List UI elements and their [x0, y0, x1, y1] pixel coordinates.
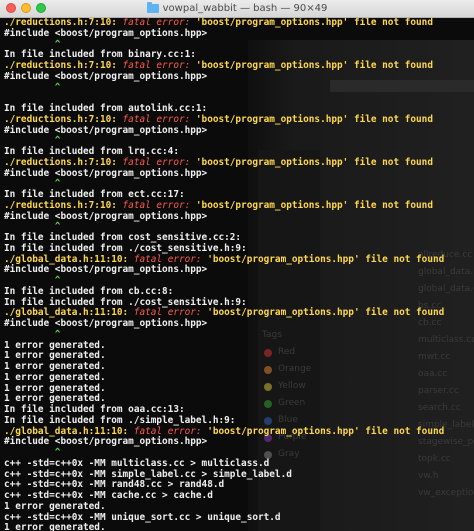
- minimize-button[interactable]: [21, 3, 31, 13]
- folder-icon: [146, 2, 159, 13]
- error-label: fatal error:: [122, 156, 196, 168]
- line-text: 'boost/program_options.hpp' file not fou…: [195, 60, 433, 71]
- line-text: 1 error generated.: [4, 361, 106, 372]
- line-text: 'boost/program_options.hpp' file not fou…: [207, 425, 445, 437]
- line-text: 1 error generated.: [4, 382, 106, 394]
- line-text: 'boost/program_options.hpp' file not fou…: [195, 199, 433, 211]
- terminal-line: 1 error generated.: [4, 522, 474, 531]
- line-text: In file included from lrq.cc:4:: [4, 146, 179, 157]
- terminal-line: #include <boost/program_options.hpp>: [4, 124, 474, 137]
- line-text: In file included from oaa.cc:13:: [4, 404, 185, 415]
- line-text: In file included from ./simple_label.h:9…: [4, 414, 236, 426]
- error-label: fatal error:: [133, 425, 208, 437]
- line-text: #include <boost/program_options.hpp>: [4, 124, 208, 136]
- line-text: 1 error generated.: [4, 371, 106, 383]
- line-text: #include <boost/program_options.hpp>: [4, 210, 208, 222]
- line-text: ./global_data.h:11:10:: [4, 307, 134, 319]
- error-label: fatal error:: [133, 307, 208, 319]
- error-label: fatal error:: [122, 113, 196, 125]
- line-text: c++ -std=c++0x -MM cache.cc > cache.d: [4, 490, 213, 501]
- line-text: #include <boost/program_options.hpp>: [4, 318, 208, 329]
- line-text: In file included from autolink.cc:1:: [4, 103, 208, 114]
- line-text: In file included from ./cost_sensitive.h…: [4, 242, 247, 254]
- line-text: 1 error generated.: [4, 522, 106, 531]
- caret-marker: ^: [4, 178, 61, 190]
- close-button[interactable]: [6, 3, 16, 13]
- zoom-button[interactable]: [36, 3, 46, 13]
- line-text: 'boost/program_options.hpp' file not fou…: [207, 253, 445, 265]
- line-text: ./reductions.h:7:10:: [4, 199, 123, 211]
- title-bar[interactable]: vowpal_wabbit — bash — 90×49: [0, 0, 474, 18]
- line-text: #include <boost/program_options.hpp>: [4, 70, 208, 82]
- caret-marker: ^: [4, 275, 61, 286]
- line-text: c++ -std=c++0x -MM simple_label.cc > sim…: [4, 468, 292, 480]
- line-text: c++ -std=c++0x -MM rand48.cc > rand48.d: [4, 479, 225, 491]
- error-label: fatal error:: [122, 60, 196, 71]
- error-label: fatal error:: [133, 253, 208, 265]
- line-text: In file included from cb.cc:8:: [4, 285, 174, 297]
- terminal-line: #include <boost/program_options.hpp>: [4, 167, 474, 180]
- line-text: 1 error generated.: [4, 339, 106, 351]
- line-text: In file included from binary.cc:1:: [4, 49, 196, 61]
- line-text: #include <boost/program_options.hpp>: [4, 264, 208, 276]
- caret-marker: ^: [4, 38, 61, 50]
- line-text: #include <boost/program_options.hpp>: [4, 436, 208, 448]
- line-text: c++ -std=c++0x -MM multiclass.cc > multi…: [4, 457, 270, 469]
- line-text: 'boost/program_options.hpp' file not fou…: [195, 18, 433, 28]
- terminal-output[interactable]: ./reductions.h:7:10: fatal error: 'boost…: [0, 18, 474, 531]
- line-text: ./global_data.h:11:10:: [4, 253, 134, 265]
- terminal-line: ^: [4, 81, 474, 94]
- line-text: 'boost/program_options.hpp' file not fou…: [195, 113, 433, 125]
- caret-marker: ^: [4, 447, 61, 458]
- terminal-line: #include <boost/program_options.hpp>: [4, 264, 474, 276]
- line-text: 1 error generated.: [4, 393, 106, 405]
- traffic-lights: [6, 3, 46, 13]
- line-text: 1 error generated.: [4, 500, 106, 512]
- terminal-line: #include <boost/program_options.hpp>: [4, 436, 474, 448]
- line-text: ./reductions.h:7:10:: [4, 156, 123, 168]
- terminal-line: #include <boost/program_options.hpp>: [4, 70, 474, 83]
- line-text: 'boost/program_options.hpp' file not fou…: [195, 156, 433, 168]
- line-text: 'boost/program_options.hpp' file not fou…: [207, 307, 445, 319]
- line-text: ./reductions.h:7:10:: [4, 113, 123, 125]
- line-text: ./reductions.h:7:10:: [4, 18, 123, 28]
- caret-marker: ^: [4, 81, 61, 93]
- terminal-line: #include <boost/program_options.hpp>: [4, 27, 474, 40]
- caret-marker: ^: [4, 221, 61, 233]
- caret-marker: ^: [4, 135, 61, 147]
- line-text: #include <boost/program_options.hpp>: [4, 167, 208, 179]
- terminal-line: #include <boost/program_options.hpp>: [4, 318, 474, 330]
- line-text: In file included from ./cost_sensitive.h…: [4, 296, 247, 308]
- line-text: ./global_data.h:11:10:: [4, 425, 134, 437]
- caret-marker: ^: [4, 328, 61, 340]
- line-text: In file included from cost_sensitive.cc:…: [4, 232, 242, 243]
- line-text: c++ -std=c++0x -MM unique_sort.cc > uniq…: [4, 511, 281, 523]
- line-text: 1 error generated.: [4, 350, 106, 362]
- line-text: #include <boost/program_options.hpp>: [4, 27, 208, 39]
- terminal-line: #include <boost/program_options.hpp>: [4, 210, 474, 223]
- error-label: fatal error:: [122, 18, 196, 28]
- error-label: fatal error:: [122, 199, 196, 211]
- line-text: In file included from ect.cc:17:: [4, 189, 185, 200]
- line-text: ./reductions.h:7:10:: [4, 60, 123, 71]
- terminal-window: vowpal_wabbit — bash — 90×49 Tags Red Oran…: [0, 0, 474, 531]
- window-title: vowpal_wabbit — bash — 90×49: [162, 3, 328, 14]
